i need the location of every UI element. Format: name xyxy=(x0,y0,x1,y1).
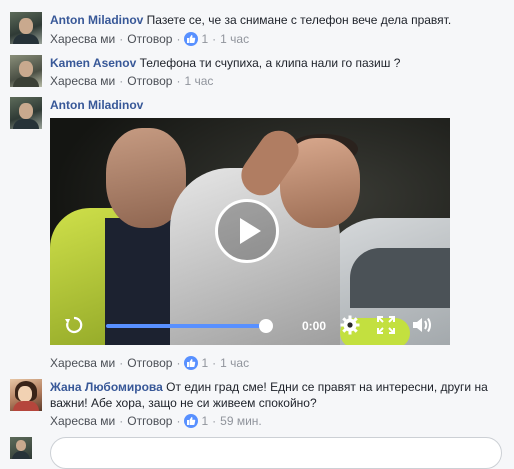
like-button[interactable]: Харесва ми xyxy=(50,414,115,428)
comment-actions: Харесва ми · Отговор · 1 · 59 мин. xyxy=(50,414,262,428)
progress-bar[interactable] xyxy=(106,324,266,328)
thumbs-up-icon xyxy=(184,414,199,428)
like-count[interactable]: 1 xyxy=(201,32,208,46)
thumbs-up-icon xyxy=(184,356,199,370)
volume-icon[interactable] xyxy=(412,315,434,338)
comment-author[interactable]: Жана Любомирова xyxy=(50,380,163,394)
replay-icon[interactable] xyxy=(64,315,84,338)
timestamp[interactable]: 1 час xyxy=(220,356,249,370)
like-button[interactable]: Харесва ми xyxy=(50,74,115,88)
like-button[interactable]: Харесва ми xyxy=(50,356,115,370)
video-controls: 0:00 xyxy=(50,305,450,345)
fullscreen-icon[interactable] xyxy=(376,315,396,338)
gear-icon[interactable] xyxy=(340,315,360,338)
reply-button[interactable]: Отговор xyxy=(127,414,172,428)
like-count[interactable]: 1 xyxy=(201,356,208,370)
avatar[interactable] xyxy=(10,12,42,44)
reply-input[interactable] xyxy=(50,437,502,469)
avatar[interactable] xyxy=(10,97,42,129)
avatar[interactable] xyxy=(10,55,42,87)
comment-body: Anton Miladinov xyxy=(50,97,504,113)
thumbs-up-icon xyxy=(184,32,199,46)
comment-text: Пазете се, че за снимане с телефон вече … xyxy=(146,13,452,27)
play-button[interactable] xyxy=(215,199,279,263)
comment-author[interactable]: Kamen Asenov xyxy=(50,56,136,70)
comment-author[interactable]: Anton Miladinov xyxy=(50,13,143,27)
comment-body: Жана Любомирова От един град сме! Едни с… xyxy=(50,379,504,411)
avatar[interactable] xyxy=(10,379,42,411)
like-count[interactable]: 1 xyxy=(201,414,208,428)
progress-thumb[interactable] xyxy=(259,319,273,333)
reply-button[interactable]: Отговор xyxy=(127,32,172,46)
comment-actions: Харесва ми · Отговор · 1 час xyxy=(50,74,214,88)
comment-author[interactable]: Anton Miladinov xyxy=(50,98,143,112)
timestamp[interactable]: 1 час xyxy=(184,74,213,88)
reply-button[interactable]: Отговор xyxy=(127,74,172,88)
current-user-avatar[interactable] xyxy=(10,437,32,459)
comment-body: Kamen Asenov Телефона ти счупиха, а клип… xyxy=(50,55,504,71)
video-time: 0:00 xyxy=(302,319,327,333)
comment-text: Телефона ти счупиха, а клипа нали го паз… xyxy=(139,56,401,70)
comment-actions: Харесва ми · Отговор · 1 · 1 час xyxy=(50,32,250,46)
reply-button[interactable]: Отговор xyxy=(127,356,172,370)
video-player[interactable]: 0:00 xyxy=(50,118,450,345)
comment-actions: Харесва ми · Отговор · 1 · 1 час xyxy=(50,356,250,370)
timestamp[interactable]: 59 мин. xyxy=(220,414,262,428)
like-button[interactable]: Харесва ми xyxy=(50,32,115,46)
timestamp[interactable]: 1 час xyxy=(220,32,249,46)
comment-body: Anton Miladinov Пазете се, че за снимане… xyxy=(50,12,504,28)
